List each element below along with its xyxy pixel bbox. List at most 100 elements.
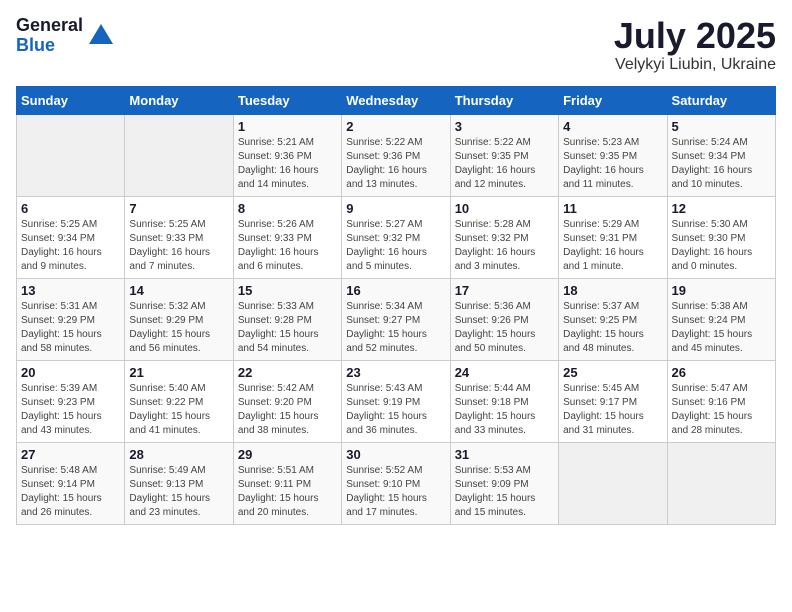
location: Velykyi Liubin, Ukraine	[614, 56, 776, 74]
day-info: Sunrise: 5:34 AM Sunset: 9:27 PM Dayligh…	[346, 300, 445, 356]
calendar-cell: 10 Sunrise: 5:28 AM Sunset: 9:32 PM Dayli…	[450, 196, 558, 278]
day-info: Sunrise: 5:36 AM Sunset: 9:26 PM Dayligh…	[455, 300, 554, 356]
weekday-header: Wednesday	[342, 86, 450, 114]
calendar-week-row: 20 Sunrise: 5:39 AM Sunset: 9:23 PM Dayli…	[17, 360, 776, 442]
calendar-cell: 5Sunrise: 5:24 AM Sunset: 9:34 PM Daylig…	[667, 114, 775, 196]
calendar-table: SundayMondayTuesdayWednesdayThursdayFrid…	[16, 86, 776, 525]
calendar-cell: 16Sunrise: 5:34 AM Sunset: 9:27 PM Dayli…	[342, 278, 450, 360]
logo-general-text: General	[16, 16, 83, 36]
day-number: 9	[346, 201, 445, 216]
weekday-row: SundayMondayTuesdayWednesdayThursdayFrid…	[17, 86, 776, 114]
page-header: General Blue July 2025 Velykyi Liubin, U…	[16, 16, 776, 74]
weekday-header: Saturday	[667, 86, 775, 114]
day-number: 19	[672, 283, 771, 298]
day-info: Sunrise: 5:51 AM Sunset: 9:11 PM Dayligh…	[238, 464, 337, 520]
day-number: 18	[563, 283, 662, 298]
day-number: 3	[455, 119, 554, 134]
calendar-cell: 8 Sunrise: 5:26 AM Sunset: 9:33 PM Daylig…	[233, 196, 341, 278]
calendar-cell: 6Sunrise: 5:25 AM Sunset: 9:34 PM Daylig…	[17, 196, 125, 278]
day-number: 17	[455, 283, 554, 298]
day-info: Sunrise: 5:47 AM Sunset: 9:16 PM Dayligh…	[672, 382, 771, 438]
day-info: Sunrise: 5:27 AM Sunset: 9:32 PM Dayligh…	[346, 218, 445, 274]
logo: General Blue	[16, 16, 115, 56]
calendar-cell	[667, 442, 775, 524]
day-info: Sunrise: 5:43 AM Sunset: 9:19 PM Dayligh…	[346, 382, 445, 438]
weekday-header: Tuesday	[233, 86, 341, 114]
calendar-cell: 15 Sunrise: 5:33 AM Sunset: 9:28 PM Dayli…	[233, 278, 341, 360]
day-number: 24	[455, 365, 554, 380]
day-number: 6	[21, 201, 120, 216]
day-info: Sunrise: 5:25 AM Sunset: 9:33 PM Dayligh…	[129, 218, 228, 274]
day-number: 29	[238, 447, 337, 462]
day-number: 10	[455, 201, 554, 216]
calendar-cell: 4Sunrise: 5:23 AM Sunset: 9:35 PM Daylig…	[559, 114, 667, 196]
day-info: Sunrise: 5:24 AM Sunset: 9:34 PM Dayligh…	[672, 136, 771, 192]
calendar-cell: 7 Sunrise: 5:25 AM Sunset: 9:33 PM Daylig…	[125, 196, 233, 278]
calendar-cell: 23 Sunrise: 5:43 AM Sunset: 9:19 PM Dayli…	[342, 360, 450, 442]
day-info: Sunrise: 5:32 AM Sunset: 9:29 PM Dayligh…	[129, 300, 228, 356]
calendar-cell: 19 Sunrise: 5:38 AM Sunset: 9:24 PM Dayli…	[667, 278, 775, 360]
day-number: 25	[563, 365, 662, 380]
title-block: July 2025 Velykyi Liubin, Ukraine	[614, 16, 776, 74]
day-number: 26	[672, 365, 771, 380]
weekday-header: Sunday	[17, 86, 125, 114]
day-info: Sunrise: 5:53 AM Sunset: 9:09 PM Dayligh…	[455, 464, 554, 520]
calendar-cell: 9 Sunrise: 5:27 AM Sunset: 9:32 PM Daylig…	[342, 196, 450, 278]
calendar-week-row: 1Sunrise: 5:21 AM Sunset: 9:36 PM Daylig…	[17, 114, 776, 196]
weekday-header: Monday	[125, 86, 233, 114]
day-number: 21	[129, 365, 228, 380]
day-info: Sunrise: 5:28 AM Sunset: 9:32 PM Dayligh…	[455, 218, 554, 274]
calendar-cell: 20 Sunrise: 5:39 AM Sunset: 9:23 PM Dayli…	[17, 360, 125, 442]
calendar-cell	[559, 442, 667, 524]
day-number: 27	[21, 447, 120, 462]
day-number: 23	[346, 365, 445, 380]
calendar-week-row: 27 Sunrise: 5:48 AM Sunset: 9:14 PM Dayli…	[17, 442, 776, 524]
day-info: Sunrise: 5:38 AM Sunset: 9:24 PM Dayligh…	[672, 300, 771, 356]
weekday-header: Friday	[559, 86, 667, 114]
calendar-cell: 13Sunrise: 5:31 AM Sunset: 9:29 PM Dayli…	[17, 278, 125, 360]
day-info: Sunrise: 5:39 AM Sunset: 9:23 PM Dayligh…	[21, 382, 120, 438]
calendar-cell: 26 Sunrise: 5:47 AM Sunset: 9:16 PM Dayli…	[667, 360, 775, 442]
calendar-cell: 24 Sunrise: 5:44 AM Sunset: 9:18 PM Dayli…	[450, 360, 558, 442]
day-info: Sunrise: 5:45 AM Sunset: 9:17 PM Dayligh…	[563, 382, 662, 438]
calendar-cell: 30 Sunrise: 5:52 AM Sunset: 9:10 PM Dayli…	[342, 442, 450, 524]
day-info: Sunrise: 5:22 AM Sunset: 9:35 PM Dayligh…	[455, 136, 554, 192]
day-info: Sunrise: 5:26 AM Sunset: 9:33 PM Dayligh…	[238, 218, 337, 274]
weekday-header: Thursday	[450, 86, 558, 114]
calendar-week-row: 6Sunrise: 5:25 AM Sunset: 9:34 PM Daylig…	[17, 196, 776, 278]
calendar-cell: 22 Sunrise: 5:42 AM Sunset: 9:20 PM Dayli…	[233, 360, 341, 442]
calendar-cell: 2Sunrise: 5:22 AM Sunset: 9:36 PM Daylig…	[342, 114, 450, 196]
calendar-cell: 14Sunrise: 5:32 AM Sunset: 9:29 PM Dayli…	[125, 278, 233, 360]
day-number: 22	[238, 365, 337, 380]
calendar-cell: 25 Sunrise: 5:45 AM Sunset: 9:17 PM Dayli…	[559, 360, 667, 442]
calendar-cell	[17, 114, 125, 196]
calendar-cell: 27 Sunrise: 5:48 AM Sunset: 9:14 PM Dayli…	[17, 442, 125, 524]
day-info: Sunrise: 5:33 AM Sunset: 9:28 PM Dayligh…	[238, 300, 337, 356]
day-info: Sunrise: 5:42 AM Sunset: 9:20 PM Dayligh…	[238, 382, 337, 438]
day-number: 31	[455, 447, 554, 462]
calendar-cell: 3 Sunrise: 5:22 AM Sunset: 9:35 PM Daylig…	[450, 114, 558, 196]
day-info: Sunrise: 5:49 AM Sunset: 9:13 PM Dayligh…	[129, 464, 228, 520]
day-number: 8	[238, 201, 337, 216]
day-info: Sunrise: 5:21 AM Sunset: 9:36 PM Dayligh…	[238, 136, 337, 192]
day-info: Sunrise: 5:44 AM Sunset: 9:18 PM Dayligh…	[455, 382, 554, 438]
calendar-cell: 31 Sunrise: 5:53 AM Sunset: 9:09 PM Dayli…	[450, 442, 558, 524]
day-number: 7	[129, 201, 228, 216]
calendar-cell: 11Sunrise: 5:29 AM Sunset: 9:31 PM Dayli…	[559, 196, 667, 278]
day-info: Sunrise: 5:40 AM Sunset: 9:22 PM Dayligh…	[129, 382, 228, 438]
logo-blue-text: Blue	[16, 36, 83, 56]
calendar-body: 1Sunrise: 5:21 AM Sunset: 9:36 PM Daylig…	[17, 114, 776, 524]
calendar-cell: 1Sunrise: 5:21 AM Sunset: 9:36 PM Daylig…	[233, 114, 341, 196]
day-info: Sunrise: 5:23 AM Sunset: 9:35 PM Dayligh…	[563, 136, 662, 192]
calendar-cell: 21 Sunrise: 5:40 AM Sunset: 9:22 PM Dayli…	[125, 360, 233, 442]
calendar-cell: 18Sunrise: 5:37 AM Sunset: 9:25 PM Dayli…	[559, 278, 667, 360]
day-info: Sunrise: 5:52 AM Sunset: 9:10 PM Dayligh…	[346, 464, 445, 520]
day-number: 15	[238, 283, 337, 298]
day-info: Sunrise: 5:29 AM Sunset: 9:31 PM Dayligh…	[563, 218, 662, 274]
month-title: July 2025	[614, 16, 776, 56]
day-number: 20	[21, 365, 120, 380]
day-info: Sunrise: 5:48 AM Sunset: 9:14 PM Dayligh…	[21, 464, 120, 520]
day-number: 28	[129, 447, 228, 462]
day-number: 30	[346, 447, 445, 462]
calendar-cell: 28 Sunrise: 5:49 AM Sunset: 9:13 PM Dayli…	[125, 442, 233, 524]
